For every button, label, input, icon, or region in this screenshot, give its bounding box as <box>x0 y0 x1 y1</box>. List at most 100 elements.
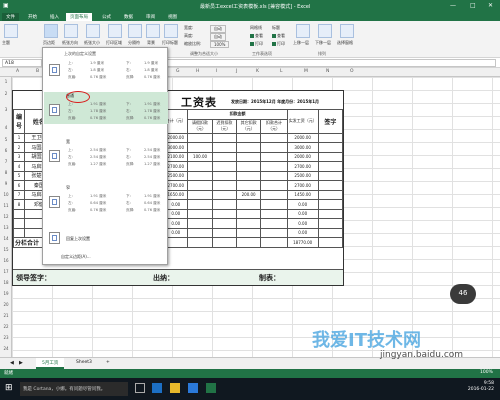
cell-d2[interactable] <box>211 161 237 172</box>
cell-no[interactable] <box>12 208 26 219</box>
cell-dt[interactable] <box>260 142 288 153</box>
cell-sign[interactable] <box>317 199 344 210</box>
row-number[interactable]: 12 <box>0 214 12 219</box>
cell-no[interactable]: 5 <box>12 170 26 181</box>
add-sheet-button[interactable]: + <box>100 358 116 369</box>
cell-dt[interactable] <box>260 218 288 229</box>
cell-d2[interactable] <box>211 199 237 210</box>
cell-net[interactable]: 2500.00 <box>286 170 319 181</box>
row-number[interactable]: 16 <box>0 258 12 263</box>
col-header[interactable]: J <box>236 69 237 74</box>
cell-d3[interactable] <box>235 151 262 162</box>
cell-sign[interactable] <box>317 208 344 219</box>
tab-view[interactable]: 视图 <box>164 13 181 21</box>
row-number[interactable]: 15 <box>0 247 12 252</box>
cell-d3[interactable] <box>235 161 262 172</box>
row-number[interactable]: 23 <box>0 335 12 340</box>
cell-d2[interactable] <box>211 151 237 162</box>
cell-d1[interactable] <box>187 161 213 172</box>
row-number[interactable]: 11 <box>0 203 12 208</box>
margin-option-normal[interactable]: 普通 上: 1.91 厘米 下: 1.91 厘米 左: 1.78 厘米 右: 1.78 … <box>44 92 168 124</box>
cell-d3[interactable] <box>235 132 262 143</box>
cell-d3[interactable] <box>235 170 262 181</box>
margins-button[interactable] <box>44 24 58 38</box>
margin-option-narrow[interactable]: 窄 上: 1.91 厘米 下: 1.91 厘米 左: 0.64 厘米 右: 0.64 厘… <box>44 184 168 216</box>
close-button[interactable]: ✕ <box>488 2 493 9</box>
tab-page-layout[interactable]: 页面布局 <box>66 13 92 21</box>
row-number[interactable]: 10 <box>0 192 12 197</box>
row-number[interactable]: 19 <box>0 291 12 296</box>
row-number[interactable]: 20 <box>0 302 12 307</box>
clock[interactable]: 9:58 2016-01-22 <box>468 381 494 393</box>
cell-empty[interactable] <box>235 237 262 248</box>
print-area-button[interactable] <box>108 24 122 38</box>
row-number[interactable]: 18 <box>0 280 12 285</box>
cell-d2[interactable] <box>211 132 237 143</box>
print-titles-button[interactable] <box>164 24 178 38</box>
cell-net[interactable]: 0.00 <box>286 218 319 229</box>
tab-file[interactable]: 文件 <box>2 13 19 21</box>
task-view-icon[interactable] <box>135 383 145 393</box>
cell-sign[interactable] <box>317 237 344 248</box>
margin-option-restore[interactable]: 回复上次设置 <box>44 228 168 248</box>
cell-d1[interactable] <box>187 227 213 238</box>
edge-icon[interactable] <box>152 383 162 393</box>
cell-net[interactable]: 3000.00 <box>286 142 319 153</box>
cell-d2[interactable] <box>211 218 237 229</box>
col-header[interactable]: L <box>280 69 283 74</box>
background-button[interactable] <box>146 24 160 38</box>
scale-input[interactable]: 100% <box>210 41 230 48</box>
cell-d2[interactable] <box>211 189 237 200</box>
custom-margins-link[interactable]: 自定义边距(A)... <box>61 254 91 260</box>
cell-d1[interactable] <box>187 218 213 229</box>
row-number[interactable]: 1 <box>0 79 12 84</box>
tab-formulas[interactable]: 公式 <box>98 13 115 21</box>
cell-net[interactable]: 2700.00 <box>286 180 319 191</box>
cell-d3[interactable] <box>235 199 262 210</box>
cell-no[interactable]: 1 <box>12 132 26 143</box>
cell-no[interactable]: 7 <box>12 189 26 200</box>
cell-d1[interactable]: 100.00 <box>187 151 213 162</box>
next-sheet-icon[interactable]: ▶ <box>13 358 29 369</box>
cell-no[interactable]: 3 <box>12 151 26 162</box>
row-number[interactable]: 6 <box>0 148 12 153</box>
cell-dt[interactable] <box>260 227 288 238</box>
width-select[interactable]: 自动 <box>210 25 226 33</box>
col-header[interactable]: A <box>16 69 19 74</box>
cell-dt[interactable] <box>260 208 288 219</box>
send-backward-button[interactable] <box>318 24 332 38</box>
cell-empty[interactable] <box>260 237 288 248</box>
cortana-search-box[interactable]: 我是 Cortana，小娜。有问题尽管问我。 <box>20 382 128 396</box>
row-number[interactable]: 14 <box>0 236 12 241</box>
cell-no[interactable]: 4 <box>12 161 26 172</box>
cell-no[interactable]: 2 <box>12 142 26 153</box>
cell-d3[interactable] <box>235 227 262 238</box>
zoom-level[interactable]: 100% <box>480 370 493 375</box>
cell-dt[interactable] <box>260 132 288 143</box>
col-header[interactable]: I <box>216 69 217 74</box>
col-header[interactable]: G <box>176 69 180 74</box>
cell-dt[interactable] <box>260 189 288 200</box>
row-number[interactable]: 4 <box>0 125 12 130</box>
cell-net[interactable]: 2000.00 <box>286 132 319 143</box>
cell-dt[interactable] <box>260 180 288 191</box>
orientation-button[interactable] <box>64 24 78 38</box>
row-number[interactable]: 24 <box>0 346 12 351</box>
cell-net[interactable]: 2000.00 <box>286 151 319 162</box>
file-explorer-icon[interactable] <box>170 383 180 393</box>
cell-sign[interactable] <box>317 227 344 238</box>
cell-d2[interactable] <box>211 142 237 153</box>
cell-empty[interactable] <box>211 237 237 248</box>
row-number[interactable]: 9 <box>0 181 12 186</box>
cell-no[interactable] <box>12 227 26 238</box>
cell-empty[interactable] <box>187 237 213 248</box>
tab-insert[interactable]: 插入 <box>46 13 63 21</box>
col-header[interactable]: O <box>350 69 354 74</box>
cell-d2[interactable] <box>211 170 237 181</box>
cell-d1[interactable] <box>187 189 213 200</box>
signature-row[interactable]: 领导签字： 出纳： 制表： <box>13 269 343 285</box>
cell-d2[interactable] <box>211 227 237 238</box>
headings-view-check[interactable]: 查看 <box>272 33 285 39</box>
col-header[interactable]: M <box>304 69 308 74</box>
tab-review[interactable]: 审阅 <box>142 13 159 21</box>
